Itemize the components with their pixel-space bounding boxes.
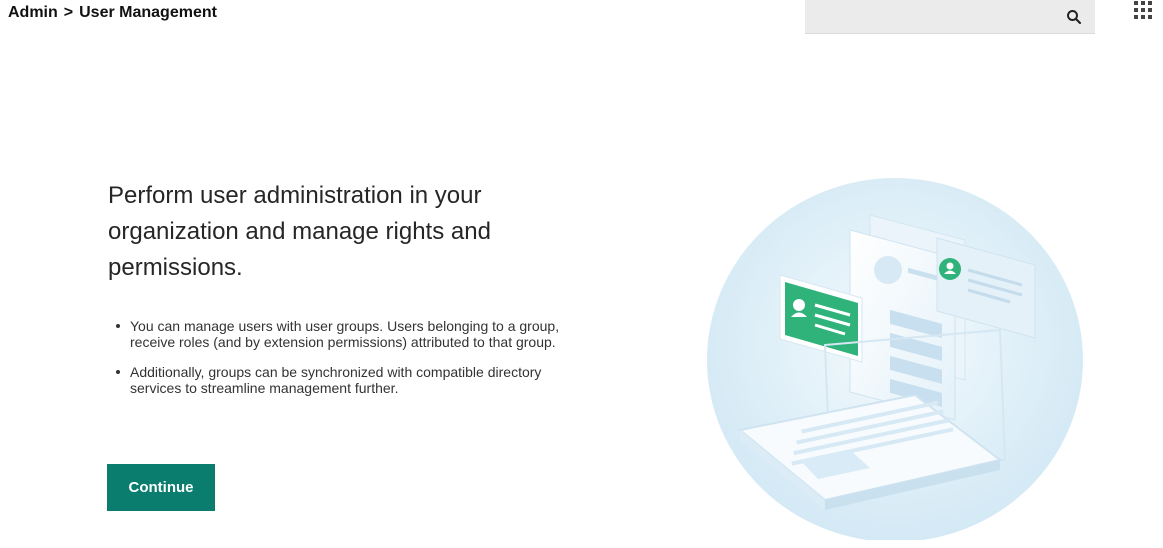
breadcrumb-current: User Management	[79, 4, 217, 21]
breadcrumb-separator: >	[63, 4, 74, 21]
search-icon[interactable]	[1065, 8, 1083, 26]
search-box	[805, 0, 1095, 34]
info-list-item: You can manage users with user groups. U…	[108, 318, 588, 350]
breadcrumb-admin[interactable]: Admin	[8, 4, 58, 22]
info-list-item: Additionally, groups can be synchronized…	[108, 364, 588, 396]
info-list: You can manage users with user groups. U…	[108, 318, 588, 410]
search-input[interactable]	[805, 0, 1055, 34]
laptop-illustration	[707, 178, 1083, 540]
top-bar: Admin > User Management	[0, 0, 1163, 34]
grid-icon[interactable]	[1133, 0, 1155, 22]
breadcrumb: Admin > User Management	[8, 4, 217, 22]
page-headline: Perform user administration in your orga…	[108, 182, 491, 281]
continue-button[interactable]: Continue	[107, 464, 215, 511]
